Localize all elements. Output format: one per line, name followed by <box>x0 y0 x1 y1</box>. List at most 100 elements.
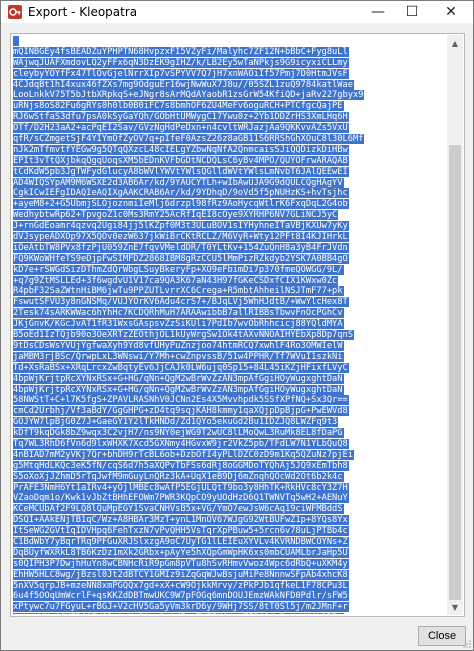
selected-text: 58NWStT+C+l7K5fgS+ZPAVLRASNhV0JCNn2Es4X5… <box>13 395 349 406</box>
selected-text: RJ6wStfaS3dfu7psA0kSyGaYQh/GObHtUMWygC17… <box>13 112 349 123</box>
selected-text: tCdKdW5pb3JgTWFydGlucyA8bWVlYWVtYWlsQGll… <box>13 166 349 177</box>
resize-grip-icon[interactable] <box>463 640 471 648</box>
selected-text: 2Tesk74sARKWWac6hYhHc7KCDQRhMuH7ARAAwibb… <box>13 308 344 319</box>
key-text-line: S5oXoXjJZhmD5rTqJwfM9mGuyLnQRz3kA+UqX1eB… <box>13 471 447 483</box>
selected-text: 6u4f5OOqUmWcrlF+qsKKZdDBTmwUKC9W7pFOGq6m… <box>13 591 349 602</box>
key-text-line: cleybyYOYfFx47TlOvGjelNrrXIp7vSPYVV7Q7jH… <box>13 68 447 80</box>
key-text-line: jaMBM3rjBSc/QrwpLxL3WNswi/Y7Mh+cwZnpvssB… <box>13 351 447 363</box>
key-text-line: 5nXV5qrpJB+mzeNN8xmPGQQx7gd+xX+cW9OjkkMr… <box>13 580 447 592</box>
close-button[interactable]: Close <box>418 626 466 646</box>
key-text-line: OTf/D2H23aA2+acPqEI2Sav/GVzNgHdPeDxn+n4c… <box>13 123 447 134</box>
selected-text: GOJYW7lpBjG0Z7J+GaeGY1Y2lTkHNDd/Zd1QYo5e… <box>13 417 339 428</box>
window-title: Export - Kleopatra <box>28 5 138 19</box>
key-text-line: uRNjs8oS82Fu6gRYs0h0lb0B0iFC7s8bmhOF6ZU4… <box>13 101 447 112</box>
selected-text: kD7e+rSWGdSizDThmZdQrWbgLSuyBkeryFp+XO9e… <box>13 264 344 275</box>
key-text-line: 6u4f5OOqUmWcrlF+qsKKZdDBTmwUKC9W7pFOGq6m… <box>13 591 447 602</box>
selected-text: KCeMCUbAf2F9LQ8lQuMpEGY1SvaCNHVsB5x+VG/Y… <box>13 504 344 515</box>
selected-text: LooLnkkV75T5bJtbXRpkqS+eJNgr8sArMQdAYaob… <box>13 90 365 101</box>
selected-text: iOeAtbTW8PVx8fzPjU059ZnE7fqvVMeldDR/T0YL… <box>13 242 349 253</box>
key-text-line: nJk2mTfmvtfYEGw9g5QTqQXzcL48cIELgYZbwNqN… <box>13 144 447 156</box>
selected-text: +q7g9ZtMSLLEd+3f6wgdvU1V17ca9QA3K67aN43H… <box>13 275 339 286</box>
key-text-line: tCdKdW5pb3JgTWFydGlucyA8bWVlYWVtYWlsQGll… <box>13 166 447 178</box>
key-text-line: EPIt3vTtQXjbkqQgqUoqsXM5bEDnKVFbGDtNCDQL… <box>13 155 447 167</box>
selected-text: J+rnGdEoamr4qzvq2Ugi84jj5lKZpf0M3t3ULuBO… <box>13 221 349 232</box>
selected-text: R4pbF32SaZWtnHiBM6jwTu9PPZUTLvrrXC6Crega… <box>13 286 344 297</box>
selected-text: DSQI+AAkENjTB1qC/Wz+A8HBAr3MzT+ynL1MnOV6… <box>13 515 349 526</box>
key-text-line: kD7e+rSWGdSizDThmZdQrWbgLSuyBkeryFp+XO9e… <box>13 264 447 276</box>
selected-text: OTf/D2H23aA2+acPqEI2Sav/GVzNgHdPeDxn+n4c… <box>13 123 349 134</box>
key-text-line: nrUuHVMcjGKFRj1EWS2c0qHnP0vy3g3dFqgTYZ5M… <box>13 613 447 614</box>
key-text-line: JKjGnvK/KGcJvAT1fR31WxsGAspsvZzSiKUli7Pd… <box>13 319 447 330</box>
key-text-content[interactable]: mQINBGEy4fsBEADZuYPHPTN68HvpzxFI5VZyFi/M… <box>13 36 447 614</box>
selected-text: +ayeM8+2+G5UbmjSLOjoznmiIeMlj6drzpl98fRz… <box>13 199 349 210</box>
key-text-line: g5MtqHdLKQc3eK5fN/cqS6d7h5aXQPvTbFSs6dRj… <box>13 460 447 472</box>
selected-text: VZaoDqm1o/Kwk1vJbZtBHhEFOWm7PWR3KQpCO9yU… <box>13 493 349 504</box>
key-text-line: xPtywc7u7FGyuL+rBGJ+V2cHV5Ga5yVm3krD6y/9… <box>13 602 447 613</box>
kleopatra-app-icon <box>8 5 22 19</box>
key-text-line: 58NWStT+C+l7K5fgS+ZPAVLRASNhV0JCNn2Es4X5… <box>13 395 447 406</box>
key-text-line: J+rnGdEoamr4qzvq2Ugi84jj5lKZpf0M3t3ULuBO… <box>13 221 447 232</box>
key-text-line: LooLnkkV75T5bJtbXRpkqS+eJNgr8sArMQdAYaob… <box>13 90 447 101</box>
selected-text: WedhybtwRp62+TpvgoZ1c0Ms3RmY25AcRfIqEI8c… <box>13 210 339 221</box>
key-text-line: EhHW5HLC8wg/jBzsl0Jt2dBTCY1GMIz9iZqGqWJw… <box>13 569 447 581</box>
key-text-line: WAjwqJUAFXmdovLQ2yFFx6qN3DzEK9gIHZ/k/LB2… <box>13 57 447 69</box>
key-text-line: VZaoDqm1o/Kwk1vJbZtBHhEFOWm7PWR3KQpCO9yU… <box>13 493 447 504</box>
title-bar[interactable]: Export - Kleopatra — ☐ ✕ <box>1 1 473 23</box>
minimize-icon: — <box>371 4 385 20</box>
window-close-button[interactable]: ✕ <box>429 1 473 23</box>
key-text-line: kDfT9kqDGk8bZ9wqx3C2vjH7/ns9NY0ejWG9T2wU… <box>13 428 447 439</box>
selected-text: 4bpWjKrjtpRcXYNxRSx+G+HG/qNn+QgM2wBrWvZz… <box>13 373 344 384</box>
selected-text: cmCd2Urbhj/Vf3aBdY/GgGHPG+zD4tq9sqjKAH8k… <box>13 406 349 417</box>
key-text-line: dVJsypeADXOp97X5QOv0ezW637jkWiBrCKtRCLZ/… <box>13 232 447 243</box>
key-text-line: 2Tesk74sARKWWac6hYhHc7KCDQRhMuH7ARAAwibb… <box>13 308 447 319</box>
selected-text: nrUuHVMcjGKFRj1EWS2c0qHnP0vy3g3dFqgTYZ5M… <box>13 613 344 614</box>
key-text-line: +ayeM8+2+G5UbmjSLOjoznmiIeMlj6drzpl98fRz… <box>13 199 447 210</box>
key-text-line: Tq7WL3RhD6fVn6d9lxWHXK7Xcd5GXNmy4HGvxW9j… <box>13 438 447 450</box>
selected-text: EhHW5HLC8wg/jBzsl0Jt2dBTCY1GMIz9iZqGqWJw… <box>13 569 349 580</box>
selected-text: PrAFE3NmH6Yt1aIRv4+yOjlMBEc8wAfP5EGjULQt… <box>13 482 349 493</box>
selected-text: AD4WIQSYpAM9M6WSXE2d3AB6Ar/kd/9YAUCYTLh+… <box>13 177 344 188</box>
selected-text: jaMBM3rjBSc/QrwpLxL3WNswi/Y7Mh+cwZnpvssB… <box>13 351 344 362</box>
selected-text: FswutSFVU3y8nGNSMq/VUJYOrKV6Adu4crS7+/BJ… <box>13 297 349 308</box>
key-text-line: WedhybtwRp62+TpvgoZ1c0Ms3RmY25AcRfIqEI8c… <box>13 210 447 221</box>
selected-text: 5nXV5qrpJB+mzeNN8xmPGQQx7gd+xX+cW9OjkkMr… <box>13 580 349 591</box>
key-text-line: 4bpWjKrjtpRcXYNxRSx+G+HG/qNn+QgM2wBrWvZz… <box>13 384 447 396</box>
selected-text: dVJsypeADXOp97X5QOv0ezW637jkWiBrCKtRCLZ/… <box>13 232 349 243</box>
key-text-line: +q7g9ZtMSLLEd+3f6wgdvU1V17ca9QA3K67aN43H… <box>13 275 447 287</box>
selected-text: s0QIPH3P7DwjhHuYn8wCBNHcRiR9pGm8pVTu8hSv… <box>13 558 349 569</box>
key-text-line: C1BdWbY7yBqrTRq9PFGuXRJSlxzgA9oC7UyTG1lL… <box>13 536 447 548</box>
export-text-area[interactable]: mQINBGEy4fsBEADZuYPHPTN68HvpzxFI5VZyFi/M… <box>10 33 465 617</box>
maximize-button[interactable]: ☐ <box>395 1 429 23</box>
close-icon: ✕ <box>445 4 457 20</box>
key-text-line: DSQI+AAkENjTB1qC/Wz+A8HBAr3MzT+ynL1MnOV6… <box>13 515 447 526</box>
scrollbar-thumb[interactable] <box>449 145 461 600</box>
key-text-line: cmCd2Urbhj/Vf3aBdY/GgGHPG+zD4tq9sqjKAH8k… <box>13 406 447 417</box>
selected-text <box>13 36 20 46</box>
selected-text: uRNjs8oS82Fu6gRYs0h0lb0B0iFC7s8bmhOF6ZU4… <box>13 101 344 112</box>
selected-text: EPIt3vTtQXjbkqQgqUoqsXM5bEDnKVFbGDtNCDQL… <box>13 155 349 166</box>
key-text-line: 4nBIAD7mM2yVKj7Qr+bhDH9rTcBL6ob+DzbOfI4y… <box>13 449 447 461</box>
key-text-line: R4pbF32SaZWtnHiBM6jwTu9PPZUTLvrrXC6Crega… <box>13 286 447 297</box>
key-text-line: ItSeWG2GVtIqIDVHpq6FehTxzN7vPvQHH5VsTqrX… <box>13 526 447 537</box>
selected-text: ItSeWG2GVtIqIDVHpq6FehTxzN7vPvQHH5VsTqrX… <box>13 526 349 537</box>
key-text-line: B5oEd1IzTQjb90o3OeXRTzZEOthjOL1kUyWrgSw1… <box>13 330 447 341</box>
selected-text: C1BdWbY7yBqrTRq9PFGuXRJSlxzgA9oC7UyTG1lL… <box>13 536 349 547</box>
vertical-scrollbar[interactable]: ▲ ▼ <box>447 35 463 615</box>
selected-text: nJk2mTfmvtfYEGw9g5QTqQXzcL48cIELgYZbwNqN… <box>13 144 349 155</box>
key-text-line: 9tDsCDsWsYVUjYgfwaXyh9Yd8vfUHyPuZnzjoo74… <box>13 340 447 352</box>
key-text-line: PrAFE3NmH6Yt1aIRv4+yOjlMBEc8wAfP5EGjULQt… <box>13 482 447 494</box>
key-text-line: Td+XsRaBSx+XRqLrcxZwBqtyEv6JjCAJk0LW6ujq… <box>13 362 447 374</box>
maximize-icon: ☐ <box>405 4 419 20</box>
selected-text: WAjwqJUAFXmdovLQ2yFFx6qN3DzEK9gIHZ/k/LB2… <box>13 57 349 68</box>
selected-text: kDfT9kqDGk8bZ9wqx3C2vjH7/ns9NY0ejWG9T2wU… <box>13 428 344 439</box>
key-text-line: KCeMCUbAf2F9LQ8lQuMpEGY1SvaCNHVsB5x+VG/Y… <box>13 504 447 515</box>
export-dialog-window: Export - Kleopatra — ☐ ✕ mQINBGEy4fsBEAD… <box>0 0 474 651</box>
selected-text: 9tDsCDsWsYVUjYgfwaXyh9Yd8vfUHyPuZnzjoo74… <box>13 340 344 351</box>
selected-text: Td+XsRaBSx+XRqLrcxZwBqtyEv6JjCAJk0LW6ujq… <box>13 362 349 373</box>
selected-text: DqBUyfWXRkL8TB6KzDz1mXk2GRbx+pAyYe5hXQpG… <box>13 547 349 558</box>
scroll-up-arrow-icon[interactable]: ▲ <box>447 35 463 51</box>
scroll-down-arrow-icon[interactable]: ▼ <box>447 599 463 615</box>
minimize-button[interactable]: — <box>361 1 395 23</box>
selected-text: mQINBGEy4fsBEADZuYPHPTN68HvpzxFI5VZyFi/M… <box>13 46 349 57</box>
key-text-line: iOeAtbTW8PVx8fzPjU059ZnE7fqvVMeldDR/T0YL… <box>13 242 447 254</box>
